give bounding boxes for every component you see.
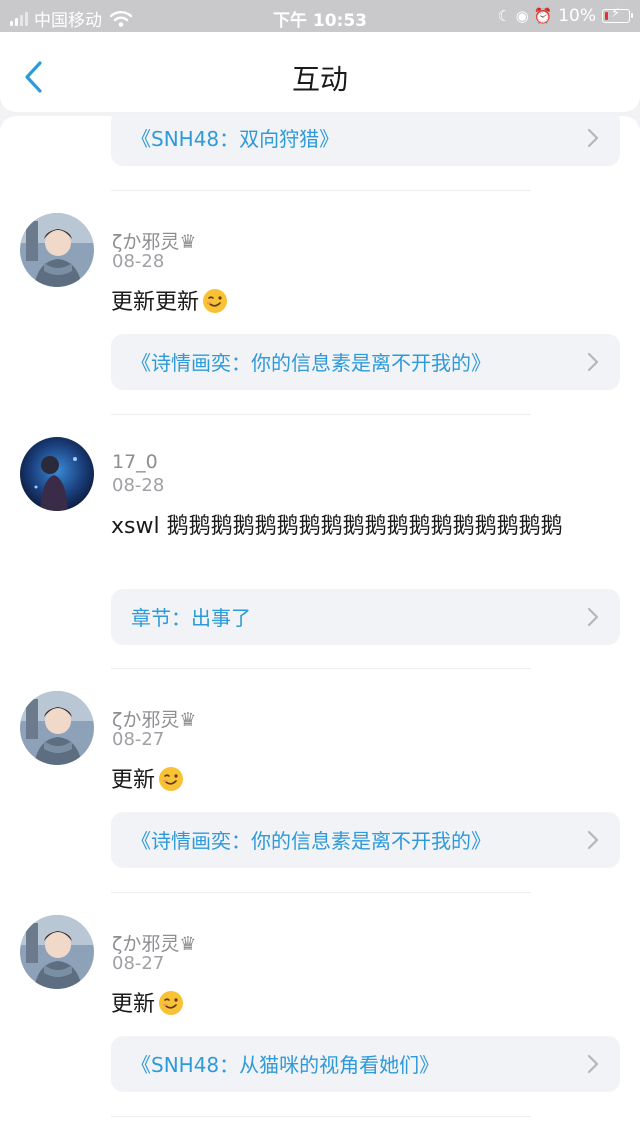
page-title: 互动: [291, 63, 348, 96]
wink-emoji-icon: [159, 991, 184, 1015]
battery-icon: ⚡: [602, 6, 633, 23]
avatar[interactable]: [20, 213, 94, 287]
comment-text-content: 更新: [111, 768, 156, 793]
comment-date: 08-27: [112, 953, 165, 974]
comment-date: 08-28: [112, 475, 165, 496]
divider: [111, 190, 531, 191]
work-link-card[interactable]: 《SNH48：从猫咪的视角看她们》: [111, 1036, 620, 1092]
chevron-right-icon: [587, 607, 599, 627]
top-work-link-card[interactable]: 《SNH48：双向狩猎》: [111, 116, 620, 166]
chevron-right-icon: [587, 352, 599, 372]
battery-percent: 10%: [558, 6, 596, 26]
work-link-card[interactable]: 《诗情画奕：你的信息素是离不开我的》: [111, 334, 620, 390]
avatar[interactable]: [20, 437, 94, 511]
comment-date: 08-27: [112, 729, 165, 750]
comment-text-content: 更新: [111, 992, 156, 1017]
comment-text-content: 更新更新: [111, 290, 200, 315]
status-bar: 中国移动 下午 10:53 ☾ ◉ ⏰ 10% ⚡: [0, 0, 640, 32]
divider: [111, 414, 531, 415]
chevron-right-icon: [587, 1054, 599, 1074]
link-title: 章节：出事了: [131, 606, 251, 630]
comment-date: 08-28: [112, 251, 165, 272]
divider: [111, 892, 531, 893]
comment-text: 更新: [111, 989, 621, 1020]
username[interactable]: 17_0: [112, 451, 158, 473]
chapter-link-card[interactable]: 章节：出事了: [111, 589, 620, 645]
link-title: 《SNH48：从猫咪的视角看她们》: [131, 1053, 440, 1077]
username[interactable]: ζか邪灵♛: [112, 227, 196, 254]
divider: [111, 1116, 531, 1117]
status-icons: ☾ ◉ ⏰: [497, 7, 553, 25]
comment-text: 更新: [111, 765, 621, 796]
chevron-right-icon: [587, 128, 599, 148]
nav-bar: 互动: [0, 32, 640, 112]
avatar[interactable]: [20, 915, 94, 989]
chevron-right-icon: [587, 830, 599, 850]
comment-text: 更新更新: [111, 287, 621, 318]
wink-emoji-icon: [159, 767, 184, 791]
link-title: 《诗情画奕：你的信息素是离不开我的》: [131, 351, 491, 375]
comment-text-content: xswl 鹅鹅鹅鹅鹅鹅鹅鹅鹅鹅鹅鹅鹅鹅鹅鹅鹅鹅: [111, 514, 563, 539]
comment-text: xswl 鹅鹅鹅鹅鹅鹅鹅鹅鹅鹅鹅鹅鹅鹅鹅鹅鹅鹅: [111, 511, 621, 542]
wink-emoji-icon: [203, 289, 228, 313]
avatar[interactable]: [20, 691, 94, 765]
divider: [111, 668, 531, 669]
link-title: 《诗情画奕：你的信息素是离不开我的》: [131, 829, 491, 853]
status-right: ☾ ◉ ⏰ 10% ⚡: [497, 6, 633, 26]
work-link-card[interactable]: 《诗情画奕：你的信息素是离不开我的》: [111, 812, 620, 868]
username[interactable]: ζか邪灵♛: [112, 705, 196, 732]
username[interactable]: ζか邪灵♛: [112, 929, 196, 956]
interaction-list[interactable]: 《SNH48：双向狩猎》 ζか邪灵♛ 08-28 更新更新 《诗情画奕：你的信息…: [0, 116, 640, 1138]
link-title: 《SNH48：双向狩猎》: [131, 127, 340, 151]
